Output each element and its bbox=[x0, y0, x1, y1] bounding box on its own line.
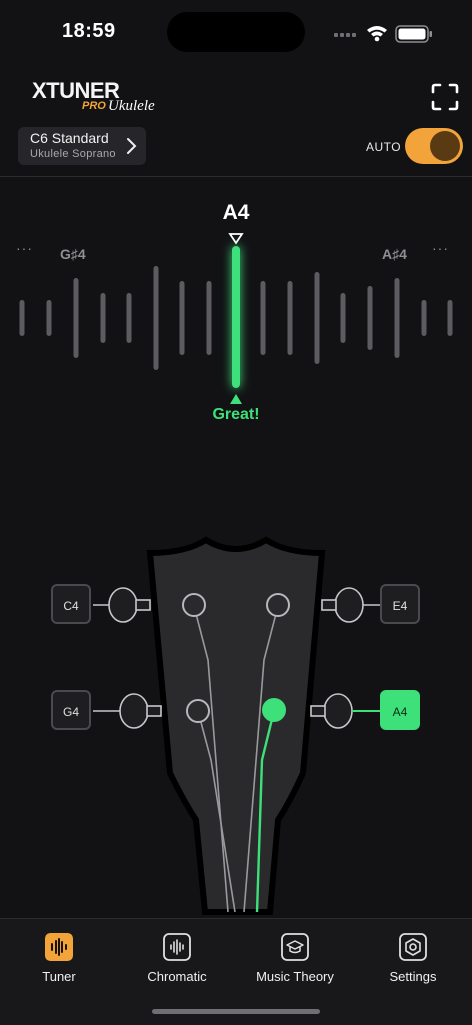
meter-tick bbox=[287, 281, 293, 355]
string-button-g4[interactable]: G4 bbox=[51, 690, 91, 730]
string-button-e4[interactable]: E4 bbox=[380, 584, 420, 624]
tuning-status: Great! bbox=[212, 406, 260, 423]
peg-hole-a4 bbox=[262, 698, 286, 722]
string-button-a4[interactable]: A4 bbox=[380, 690, 420, 730]
tab-chromatic[interactable]: Chromatic bbox=[118, 929, 236, 984]
meter-tick bbox=[46, 300, 52, 336]
tuning-name: C6 Standard bbox=[30, 130, 109, 146]
key-post-c4 bbox=[135, 599, 151, 611]
key-post-a4 bbox=[310, 705, 326, 717]
meter-tick bbox=[260, 281, 266, 355]
fullscreen-icon[interactable] bbox=[430, 82, 460, 112]
meter-tick bbox=[206, 281, 212, 355]
meter-tick bbox=[447, 300, 453, 336]
home-indicator bbox=[152, 1009, 320, 1014]
string-button-c4[interactable]: C4 bbox=[51, 584, 91, 624]
logo-script: Ukulele bbox=[108, 98, 155, 114]
wifi-icon bbox=[367, 26, 387, 42]
signal-icon bbox=[334, 33, 356, 37]
tuning-meter bbox=[19, 233, 453, 404]
meter-tick bbox=[314, 272, 320, 364]
tab-settings[interactable]: Settings bbox=[354, 929, 472, 984]
peg-hole-e4 bbox=[266, 593, 290, 617]
status-icons bbox=[334, 25, 432, 43]
settings-icon bbox=[399, 933, 427, 961]
dynamic-island bbox=[167, 12, 305, 52]
chromatic-icon bbox=[163, 933, 191, 961]
tuning-key-g4 bbox=[119, 693, 149, 729]
auto-toggle[interactable] bbox=[405, 128, 463, 164]
tab-music-theory[interactable]: Music Theory bbox=[236, 929, 354, 984]
chevron-right-icon bbox=[127, 138, 137, 154]
peg-hole-g4 bbox=[186, 699, 210, 723]
xtuner-logo: XTUNER PRO Ukulele bbox=[32, 78, 155, 114]
bottom-pointer-icon bbox=[230, 394, 242, 404]
meter-tick bbox=[179, 281, 185, 355]
meter-tick bbox=[340, 293, 346, 343]
tuning-instrument: Ukulele Soprano bbox=[30, 148, 116, 160]
tab-settings-label: Settings bbox=[389, 969, 437, 984]
meter-tick bbox=[100, 293, 106, 343]
tuning-key-e4 bbox=[334, 587, 364, 623]
tuner-icon bbox=[45, 933, 73, 961]
needle-bar bbox=[232, 246, 240, 388]
battery-icon bbox=[395, 25, 432, 43]
key-post-g4 bbox=[146, 705, 162, 717]
tab-tuner[interactable]: Tuner bbox=[0, 929, 118, 984]
tuning-selector[interactable]: C6 Standard Ukulele Soprano bbox=[18, 127, 146, 165]
meter-tick bbox=[153, 266, 159, 370]
auto-label: AUTO bbox=[366, 140, 402, 154]
meter-tick bbox=[19, 300, 25, 336]
target-note: A4 bbox=[222, 201, 250, 224]
tuning-key-a4 bbox=[323, 693, 353, 729]
music-theory-icon bbox=[281, 933, 309, 961]
tuning-key-c4 bbox=[108, 587, 138, 623]
tab-tuner-label: Tuner bbox=[42, 969, 76, 984]
key-post-e4 bbox=[321, 599, 337, 611]
peg-hole-c4 bbox=[182, 593, 206, 617]
meter-tick bbox=[73, 278, 79, 358]
meter-tick bbox=[421, 300, 427, 336]
logo-brand: XTUNER bbox=[32, 78, 120, 103]
toggle-knob bbox=[430, 131, 460, 161]
meter-tick bbox=[126, 293, 132, 343]
meter-tick bbox=[394, 278, 400, 358]
tab-chromatic-label: Chromatic bbox=[147, 969, 207, 984]
header-divider bbox=[0, 176, 472, 177]
tab-music-theory-label: Music Theory bbox=[256, 969, 334, 984]
logo-pro: PRO bbox=[82, 100, 106, 112]
top-pointer-icon bbox=[228, 233, 244, 245]
headstock-body bbox=[146, 536, 326, 915]
meter-tick bbox=[367, 286, 373, 350]
status-time: 18:59 bbox=[62, 20, 116, 42]
